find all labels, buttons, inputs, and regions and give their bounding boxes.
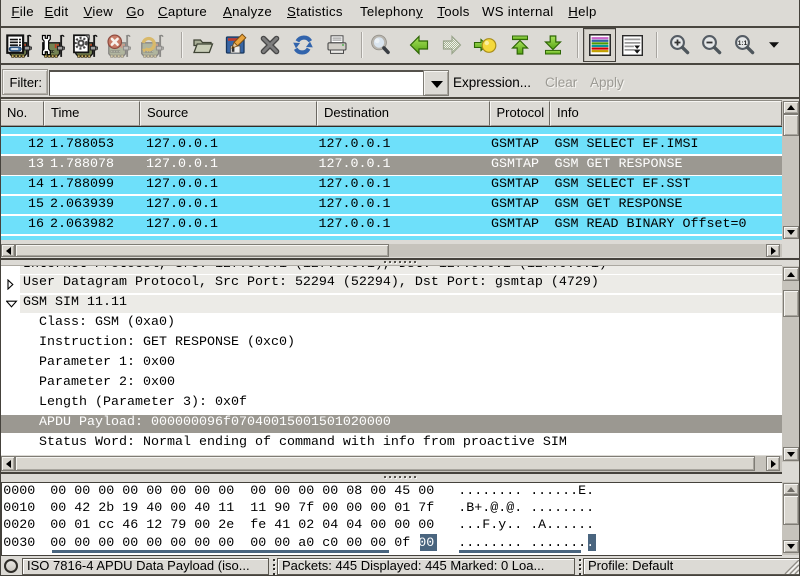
svg-text:1:1: 1:1 <box>738 40 748 47</box>
